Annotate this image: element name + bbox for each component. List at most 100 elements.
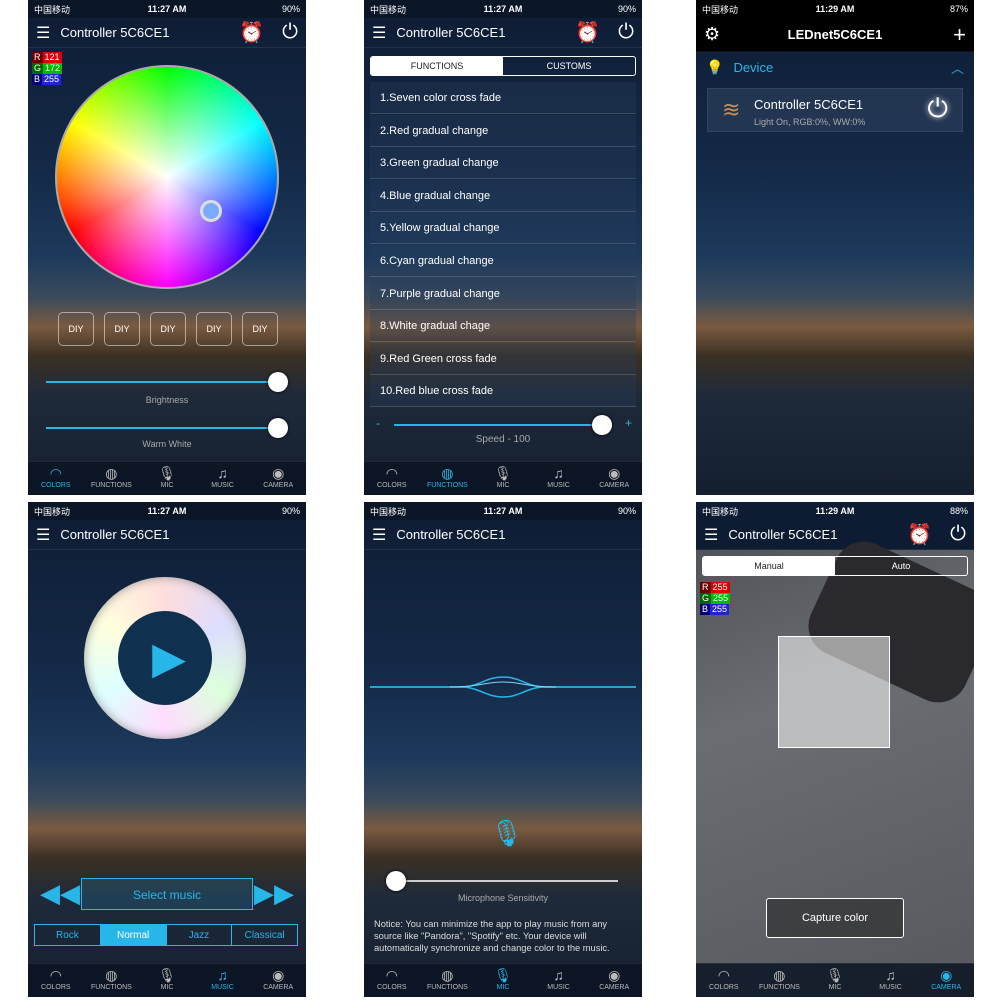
microphone-icon[interactable]: 🎙: [490, 818, 523, 849]
tab-music[interactable]: ♫ MUSIC: [863, 964, 919, 997]
speed-label: Speed - 100: [475, 434, 531, 445]
speed-decrease[interactable]: -: [376, 416, 380, 430]
function-item[interactable]: 2.Red gradual change: [370, 114, 636, 147]
camera-icon: ◉: [272, 465, 285, 481]
color-wheel[interactable]: [55, 65, 279, 289]
warm-white-slider[interactable]: [46, 418, 288, 438]
tab-music[interactable]: ♫ MUSIC: [195, 462, 251, 495]
function-item[interactable]: 4.Blue gradual change: [370, 179, 636, 212]
genre-rock[interactable]: Rock: [35, 925, 101, 945]
camera-icon: ◉: [940, 967, 953, 983]
tab-colors[interactable]: ◠ COLORS: [364, 462, 420, 495]
status-bar: 中国移动 11:27 AM 90%: [28, 0, 306, 18]
tab-camera[interactable]: ◉ CAMERA: [250, 964, 306, 997]
power-icon[interactable]: ⏻: [618, 21, 634, 44]
color-picker-handle[interactable]: [200, 200, 222, 222]
led-strip-icon: ≋: [722, 97, 741, 122]
device-status: Light On, RGB:0%, WW:0%: [754, 117, 866, 127]
device-power-icon[interactable]: ⏻: [927, 93, 948, 125]
tab-music[interactable]: ♫ MUSIC: [531, 462, 587, 495]
brightness-label: Brightness: [145, 395, 189, 405]
function-item[interactable]: 5.Yellow gradual change: [370, 212, 636, 245]
function-item[interactable]: 8.White gradual chage: [370, 310, 636, 343]
tab-functions[interactable]: ◍ FUNCTIONS: [84, 462, 140, 495]
select-music-button[interactable]: Select music: [81, 878, 253, 910]
function-item[interactable]: 3.Green gradual change: [370, 147, 636, 180]
tab-camera[interactable]: ◉ CAMERA: [250, 462, 306, 495]
page-title: LEDnet5C6CE1: [787, 27, 883, 42]
tab-customs[interactable]: CUSTOMS: [503, 57, 635, 75]
page-title: Controller 5C6CE1: [60, 527, 170, 542]
tab-music[interactable]: ♫ MUSIC: [531, 964, 587, 997]
camera-icon: ◉: [272, 967, 285, 983]
speed-slider[interactable]: [394, 415, 612, 435]
tab-music[interactable]: ♫ MUSIC: [195, 964, 251, 997]
camera-icon: ◉: [608, 465, 621, 481]
music-icon: ♫: [217, 967, 228, 983]
tab-functions[interactable]: ◍ FUNCTIONS: [420, 462, 476, 495]
tab-mic[interactable]: 🎙 MIC: [475, 462, 531, 495]
genre-jazz[interactable]: Jazz: [167, 925, 233, 945]
camera-icon: ◉: [608, 967, 621, 983]
tab-mic[interactable]: 🎙 MIC: [139, 964, 195, 997]
manual-mode[interactable]: Manual: [703, 557, 835, 575]
tab-functions[interactable]: ◍ FUNCTIONS: [84, 964, 140, 997]
tab-camera[interactable]: ◉ CAMERA: [918, 964, 974, 997]
capture-frame: [778, 636, 890, 748]
brightness-slider[interactable]: [46, 372, 288, 392]
diy-button[interactable]: DIY: [242, 312, 278, 346]
menu-icon[interactable]: ☰: [372, 23, 386, 43]
capture-color-button[interactable]: Capture color: [766, 898, 904, 938]
tab-camera[interactable]: ◉ CAMERA: [586, 964, 642, 997]
alarm-icon[interactable]: ⏰: [575, 20, 600, 45]
mic-icon: 🎙: [158, 465, 176, 481]
power-icon[interactable]: ⏻: [282, 21, 298, 44]
menu-icon[interactable]: ☰: [372, 525, 386, 545]
rainbow-icon: ◠: [385, 465, 398, 481]
diy-button[interactable]: DIY: [196, 312, 232, 346]
function-item[interactable]: 9.Red Green cross fade: [370, 342, 636, 375]
music-icon: ♫: [217, 465, 228, 481]
speed-increase[interactable]: +: [625, 416, 632, 430]
tab-colors[interactable]: ◠ COLORS: [696, 964, 752, 997]
alarm-icon[interactable]: ⏰: [907, 522, 932, 547]
tab-colors[interactable]: ◠ COLORS: [28, 462, 84, 495]
notice-text: Notice: You can minimize the app to play…: [374, 919, 610, 953]
diy-button[interactable]: DIY: [58, 312, 94, 346]
tab-functions-list[interactable]: FUNCTIONS: [371, 57, 503, 75]
function-item[interactable]: 10.Red blue cross fade: [370, 375, 636, 408]
function-item[interactable]: 6.Cyan gradual change: [370, 245, 636, 277]
functions-icon: ◍: [441, 465, 454, 481]
tab-mic[interactable]: 🎙 MIC: [807, 964, 863, 997]
tab-functions[interactable]: ◍ FUNCTIONS: [752, 964, 808, 997]
function-item[interactable]: 1.Seven color cross fade: [370, 82, 636, 114]
play-button[interactable]: ▶: [118, 611, 212, 705]
mic-sensitivity-slider[interactable]: [386, 871, 618, 891]
rainbow-icon: ◠: [49, 465, 62, 481]
power-icon[interactable]: ⏻: [950, 523, 966, 546]
alarm-icon[interactable]: ⏰: [239, 20, 264, 45]
genre-normal[interactable]: Normal: [100, 925, 167, 945]
tab-colors[interactable]: ◠ COLORS: [364, 964, 420, 997]
previous-icon[interactable]: ◀◀: [40, 878, 80, 909]
menu-icon[interactable]: ☰: [36, 525, 50, 545]
device-card[interactable]: ≋ Controller 5C6CE1 Light On, RGB:0%, WW…: [707, 88, 963, 132]
next-icon[interactable]: ▶▶: [254, 878, 294, 909]
function-item[interactable]: 7.Purple gradual change: [370, 277, 636, 310]
functions-screen: 中国移动 11:27 AM 90% ☰ Controller 5C6CE1 ⏰ ⏻ FUN…: [364, 0, 642, 495]
device-section-header[interactable]: 💡 Device ︿: [706, 58, 964, 77]
tab-mic[interactable]: 🎙 MIC: [475, 964, 531, 997]
genre-classical[interactable]: Classical: [232, 925, 297, 945]
rainbow-icon: ◠: [49, 967, 62, 983]
tab-mic[interactable]: 🎙 MIC: [139, 462, 195, 495]
auto-mode[interactable]: Auto: [835, 557, 967, 575]
tab-colors[interactable]: ◠ COLORS: [28, 964, 84, 997]
menu-icon[interactable]: ☰: [704, 525, 718, 545]
mic-icon: 🎙: [494, 967, 512, 983]
diy-button[interactable]: DIY: [150, 312, 186, 346]
tab-camera[interactable]: ◉ CAMERA: [586, 462, 642, 495]
tab-functions[interactable]: ◍ FUNCTIONS: [420, 964, 476, 997]
functions-icon: ◍: [441, 967, 454, 983]
menu-icon[interactable]: ☰: [36, 23, 50, 43]
diy-button[interactable]: DIY: [104, 312, 140, 346]
